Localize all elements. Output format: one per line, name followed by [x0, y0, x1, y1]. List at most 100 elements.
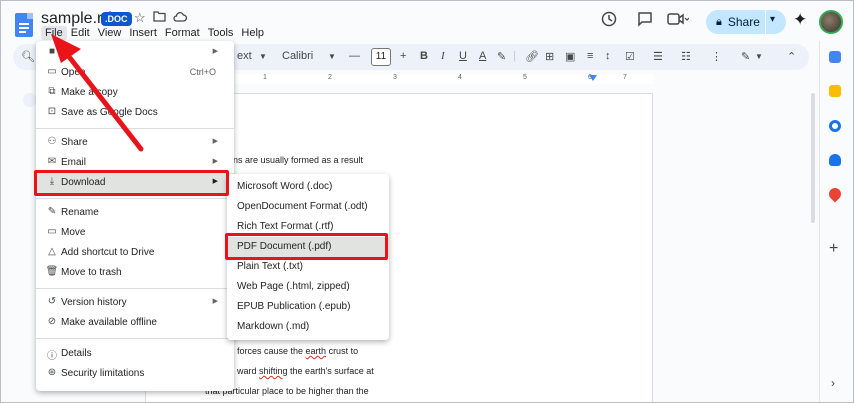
add-addon-icon[interactable]: + — [829, 240, 838, 258]
security-icon: ⊛ — [47, 367, 57, 378]
menu-item-trash[interactable]: 🗑︎ Move to trash — [36, 263, 234, 283]
menu-insert[interactable]: Insert — [125, 26, 161, 40]
meet-icon[interactable] — [667, 11, 690, 32]
chevron-down-icon[interactable]: ▼ — [259, 52, 267, 61]
info-icon: ⓘ — [47, 351, 57, 362]
menu-divider — [36, 198, 234, 199]
menu-divider — [36, 128, 234, 129]
insert-image-icon[interactable]: ▣ — [565, 50, 575, 63]
download-epub[interactable]: EPUB Publication (.epub) — [227, 297, 389, 317]
underline-icon[interactable]: U — [459, 50, 467, 62]
numbered-list-icon[interactable]: ☷ — [681, 50, 691, 63]
copy-icon: ⧉ — [48, 86, 56, 97]
menu-item-rename[interactable]: ✎ Rename — [36, 203, 234, 223]
gemini-sparkle-icon[interactable]: ✦ — [793, 10, 807, 30]
text-color-icon[interactable]: A — [479, 50, 486, 62]
document-text: forces cause the earth crust to — [237, 346, 359, 356]
line-spacing-icon[interactable]: ↕ — [605, 50, 611, 62]
download-html[interactable]: Web Page (.html, zipped) — [227, 277, 389, 297]
comment-icon[interactable] — [637, 11, 653, 32]
align-icon[interactable]: ≡ — [587, 50, 593, 62]
person-add-icon: ⚇ — [47, 136, 57, 147]
trash-icon: 🗑︎ — [45, 266, 59, 277]
contacts-icon[interactable] — [829, 154, 841, 166]
menu-item-download[interactable]: ⤓ Download ▶ — [36, 173, 234, 193]
menu-help[interactable]: Help — [237, 26, 268, 40]
maps-icon[interactable] — [826, 185, 844, 203]
menu-item-version-history[interactable]: ↺ Version history ▶ — [36, 293, 234, 313]
history-icon[interactable] — [601, 11, 617, 32]
download-docx[interactable]: Microsoft Word (.doc) — [227, 177, 389, 197]
download-submenu: Microsoft Word (.doc) OpenDocument Forma… — [227, 174, 389, 340]
document-icon: ■ — [48, 46, 56, 57]
share-button[interactable]: 🔒︎ Share ▾ — [706, 10, 786, 34]
decrease-font-icon[interactable]: — — [349, 50, 360, 62]
download-txt[interactable]: Plain Text (.txt) — [227, 257, 389, 277]
bulleted-list-icon[interactable]: ☰ — [653, 50, 663, 63]
move-folder-icon: ▭ — [47, 226, 57, 237]
menu-item-share[interactable]: ⚇ Share ▶ — [36, 133, 234, 153]
download-pdf[interactable]: PDF Document (.pdf) — [227, 237, 389, 257]
chevron-down-icon[interactable]: ▾ — [770, 14, 775, 25]
chevron-down-icon[interactable]: ▼ — [328, 52, 336, 61]
menu-item-open[interactable]: ▭ Open Ctrl+O — [36, 63, 234, 83]
menu-item-email[interactable]: ✉ Email ▶ — [36, 153, 234, 173]
star-icon[interactable]: ☆ — [134, 10, 146, 26]
menu-format[interactable]: Format — [161, 26, 204, 40]
add-comment-icon[interactable]: ⊞ — [545, 50, 554, 63]
increase-font-icon[interactable]: + — [400, 50, 406, 62]
ruler[interactable]: 1 2 3 4 5 6 7 — [233, 74, 653, 84]
calendar-icon[interactable] — [829, 51, 841, 63]
font-size-input[interactable]: 11 — [371, 48, 391, 66]
menu-edit[interactable]: Edit — [67, 26, 94, 40]
history-icon: ↺ — [47, 296, 57, 307]
menu-item-add-shortcut[interactable]: △ Add shortcut to Drive — [36, 243, 234, 263]
highlight-icon[interactable]: ✎ — [497, 50, 506, 63]
offline-icon: ⊘ — [47, 316, 57, 327]
checklist-icon[interactable]: ☑ — [625, 50, 635, 63]
tasks-icon[interactable] — [829, 120, 841, 132]
menu-view[interactable]: View — [94, 26, 126, 40]
editing-mode-icon[interactable]: ✎ — [741, 50, 750, 63]
menu-item-make-copy[interactable]: ⧉ Make a copy — [36, 83, 234, 103]
menu-item-offline[interactable]: ⊘ Make available offline — [36, 313, 234, 333]
italic-icon[interactable]: I — [441, 50, 445, 62]
menu-file[interactable]: File — [41, 26, 67, 40]
folder-icon: ▭ — [47, 66, 57, 77]
download-rtf[interactable]: Rich Text Format (.rtf) — [227, 217, 389, 237]
menu-item-security[interactable]: ⊛ Security limitations — [36, 364, 234, 384]
menu-item-save-as-docs[interactable]: ⊡ Save as Google Docs — [36, 103, 234, 123]
search-menus-icon[interactable]: 🔍︎ — [21, 50, 35, 63]
document-text: ward shifting the earth's surface at — [237, 366, 374, 376]
chevron-down-icon[interactable]: ▼ — [755, 52, 763, 61]
collapse-toolbar-icon[interactable]: ⌃ — [787, 50, 796, 63]
submenu-arrow-icon: ▶ — [212, 178, 218, 185]
submenu-arrow-icon: ▶ — [212, 298, 218, 305]
drive-shortcut-icon: △ — [48, 246, 56, 257]
paragraph-style-dropdown[interactable]: ext — [237, 50, 252, 62]
menu-item-details[interactable]: ⓘ Details — [36, 344, 234, 364]
bold-icon[interactable]: B — [420, 50, 428, 62]
menu-tools[interactable]: Tools — [204, 26, 238, 40]
submenu-arrow-icon: ▶ — [212, 48, 218, 55]
menu-item-move[interactable]: ▭ Move — [36, 223, 234, 243]
menu-divider — [36, 338, 234, 339]
shortcut-hint: Ctrl+O — [189, 67, 216, 77]
more-options-icon[interactable]: ⋮ — [711, 50, 722, 63]
document-outline-button[interactable] — [23, 93, 37, 107]
download-md[interactable]: Markdown (.md) — [227, 317, 389, 337]
menu-item-new[interactable]: ■ ▶ — [36, 43, 234, 63]
font-family-dropdown[interactable]: Calibri — [282, 50, 313, 62]
avatar[interactable] — [819, 10, 843, 34]
expand-panel-icon[interactable]: › — [831, 376, 835, 390]
scrollbar[interactable] — [811, 93, 815, 223]
docs-logo-icon[interactable] — [15, 13, 33, 37]
right-indent-marker[interactable] — [589, 75, 597, 81]
share-label: Share — [727, 15, 760, 29]
keep-icon[interactable] — [829, 85, 841, 97]
link-icon[interactable]: 🔗︎ — [525, 50, 539, 63]
download-odt[interactable]: OpenDocument Format (.odt) — [227, 197, 389, 217]
move-icon[interactable] — [153, 10, 166, 25]
toolbar-divider: | — [513, 50, 516, 62]
cloud-status-icon[interactable] — [173, 10, 187, 25]
